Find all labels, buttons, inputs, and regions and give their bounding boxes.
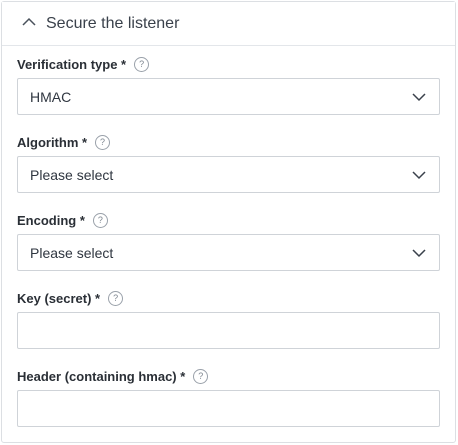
key-secret-label: Key (secret) * ? [17, 291, 124, 306]
encoding-value: Please select [30, 245, 114, 261]
algorithm-label: Algorithm * ? [17, 135, 111, 150]
section-title: Secure the listener [46, 15, 180, 32]
key-secret-label-text: Key (secret) * [17, 291, 101, 306]
help-icon[interactable]: ? [95, 135, 111, 150]
key-secret-input[interactable] [17, 312, 440, 349]
encoding-label: Encoding * ? [17, 213, 108, 228]
section-header[interactable]: Secure the listener [2, 2, 455, 46]
header-input[interactable] [17, 390, 440, 427]
help-icon[interactable]: ? [92, 213, 108, 228]
chevron-down-icon [412, 249, 426, 258]
algorithm-select[interactable]: Please select [17, 156, 440, 193]
verification-type-label: Verification type * ? [17, 57, 150, 72]
chevron-down-icon [412, 93, 426, 102]
verification-type-select[interactable]: HMAC [17, 78, 440, 115]
encoding-label-text: Encoding * [17, 213, 85, 228]
chevron-down-icon [412, 171, 426, 180]
chevron-up-icon[interactable] [22, 17, 36, 27]
help-icon[interactable]: ? [108, 291, 124, 306]
help-icon[interactable]: ? [134, 57, 150, 72]
algorithm-value: Please select [30, 167, 114, 183]
header-label: Header (containing hmac) * ? [17, 369, 209, 384]
verification-type-label-text: Verification type * [17, 57, 127, 72]
encoding-select[interactable]: Please select [17, 234, 440, 271]
algorithm-label-text: Algorithm * [17, 135, 88, 150]
header-label-text: Header (containing hmac) * [17, 369, 186, 384]
verification-type-value: HMAC [30, 89, 72, 105]
help-icon[interactable]: ? [193, 369, 209, 384]
